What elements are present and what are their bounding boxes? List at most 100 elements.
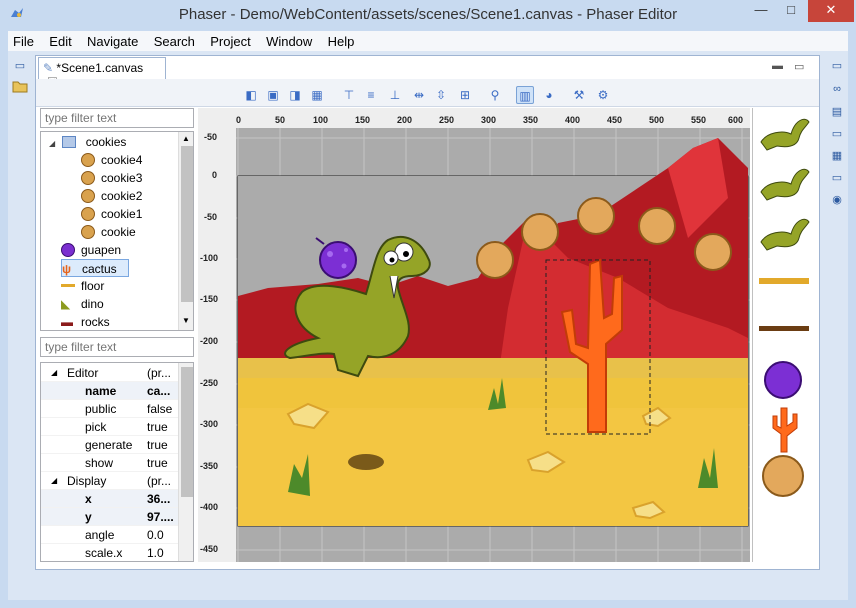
tree-item-floor[interactable]: floor: [61, 277, 104, 295]
minimize-button[interactable]: —: [746, 0, 776, 22]
menu-window[interactable]: Window: [261, 31, 319, 51]
assets-icon[interactable]: ▦: [829, 149, 845, 163]
ruler-tick-label: -400: [200, 502, 219, 512]
property-group-display[interactable]: ◢ Display (pr...: [41, 472, 179, 490]
property-row-name[interactable]: name ca...: [41, 382, 179, 400]
property-row-show[interactable]: show true: [41, 454, 179, 472]
align-bottom-icon[interactable]: ⊥: [386, 86, 404, 104]
distribute-v-icon[interactable]: ⇳: [432, 86, 450, 104]
floor-icon: [61, 284, 75, 287]
link-icon[interactable]: ∞: [829, 83, 845, 97]
tree-item-cookie[interactable]: cookie: [81, 223, 136, 241]
restore-icon[interactable]: ▭: [829, 127, 845, 141]
snap-icon[interactable]: ⊞: [456, 86, 474, 104]
properties-icon[interactable]: ▤: [829, 105, 845, 119]
minimize-view-icon[interactable]: ▬: [772, 60, 786, 74]
restore-icon[interactable]: ▭: [12, 59, 28, 73]
properties-filter-input[interactable]: [40, 337, 194, 357]
align-middle-icon[interactable]: ≡: [362, 86, 380, 104]
guapen-icon: [61, 243, 75, 257]
ruler-tick-label: 0: [212, 170, 218, 180]
close-button[interactable]: ✕: [808, 0, 854, 22]
align-left-icon[interactable]: ◧: [242, 86, 260, 104]
tree-item-guapen[interactable]: guapen: [61, 241, 121, 259]
tree-item-label: guapen: [81, 243, 122, 257]
horizontal-ruler-labels: 0 50 100 150 200 250 300 350 400 450 500…: [198, 108, 750, 128]
outline-tree: ◢ cookies cookie4 cookie3 cookie2 cookie…: [40, 131, 194, 331]
tree-item-cookie4[interactable]: cookie4: [81, 151, 142, 169]
properties-scrollbar[interactable]: [178, 363, 193, 561]
file-edit-icon: ✎: [43, 61, 54, 75]
maximize-button[interactable]: □: [776, 0, 806, 22]
collapse-arrow-icon[interactable]: ◢: [49, 135, 59, 153]
restore-icon[interactable]: ▭: [829, 59, 845, 73]
palette-item-dino-1[interactable]: [760, 118, 810, 151]
distribute-h-icon[interactable]: ⇹: [410, 86, 428, 104]
maximize-view-icon[interactable]: ▭: [794, 60, 808, 74]
property-row-angle[interactable]: angle 0.0: [41, 526, 179, 544]
menu-search[interactable]: Search: [149, 31, 202, 51]
layout-icon[interactable]: ▥: [516, 86, 534, 104]
palette-item-rocks[interactable]: [759, 326, 809, 331]
tree-item-label: cookie2: [101, 189, 143, 203]
ruler-tick-label: 600: [728, 115, 744, 125]
align-top-icon[interactable]: ⊤: [340, 86, 358, 104]
property-row-public[interactable]: public false: [41, 400, 179, 418]
align-justify-icon[interactable]: ▦: [308, 86, 326, 104]
tree-item-label: cookie4: [101, 153, 143, 167]
tree-item-cookie2[interactable]: cookie2: [81, 187, 142, 205]
property-row-x[interactable]: x 36...: [41, 490, 179, 508]
menu-edit[interactable]: Edit: [44, 31, 78, 51]
folder-icon[interactable]: [12, 79, 28, 93]
palette-item-floor[interactable]: [759, 278, 809, 284]
ruler-tick-label: 300: [481, 115, 497, 125]
tree-item-dino[interactable]: ◣ dino: [61, 295, 104, 313]
align-center-icon[interactable]: ▣: [264, 86, 282, 104]
title-bar: Phaser - Demo/WebContent/assets/scenes/S…: [0, 0, 856, 30]
left-trim: ▭: [8, 55, 34, 135]
outline-scrollbar[interactable]: ▲ ▼: [178, 132, 193, 330]
tree-item-cookie3[interactable]: cookie3: [81, 169, 142, 187]
tree-item-label: cookie: [101, 225, 136, 239]
cookie-icon: [81, 207, 95, 221]
menu-navigate[interactable]: Navigate: [82, 31, 145, 51]
palette-item-cookie[interactable]: [762, 455, 804, 497]
palette-item-dino-3[interactable]: [760, 218, 810, 251]
tree-item-label: rocks: [81, 315, 110, 329]
palette-item-guapen[interactable]: [764, 361, 802, 399]
align-right-icon[interactable]: ◨: [286, 86, 304, 104]
palette-item-dino-2[interactable]: [760, 168, 810, 201]
property-row-scale-x[interactable]: scale.x 1.0: [41, 544, 179, 561]
scroll-down-icon[interactable]: ▼: [182, 316, 190, 325]
tab-scene1-canvas[interactable]: ✎ *Scene1.canvas ☒: [38, 57, 166, 89]
window-title: Phaser - Demo/WebContent/assets/scenes/S…: [178, 6, 678, 23]
property-group-editor[interactable]: ◢ Editor (pr...: [41, 364, 179, 382]
property-row-y[interactable]: y 97....: [41, 508, 179, 526]
scroll-up-icon[interactable]: ▲: [182, 134, 190, 143]
menu-file[interactable]: File: [8, 31, 41, 51]
ruler-tick-label: 100: [313, 115, 329, 125]
scroll-thumb[interactable]: [181, 146, 193, 302]
tree-item-cactus[interactable]: ψ cactus: [61, 259, 129, 277]
ruler-tick-label: -250: [200, 378, 219, 388]
menu-project[interactable]: Project: [205, 31, 257, 51]
scene-canvas[interactable]: 0 50 100 150 200 250 300 350 400 450 500…: [198, 108, 750, 562]
scroll-thumb[interactable]: [181, 367, 193, 497]
tree-item-cookies[interactable]: ◢ cookies: [49, 133, 126, 151]
palette-icon[interactable]: ◕: [540, 86, 558, 104]
property-row-pick[interactable]: pick true: [41, 418, 179, 436]
property-row-generate[interactable]: generate true: [41, 436, 179, 454]
dino-icon: ◣: [61, 297, 71, 311]
tree-item-rocks[interactable]: ▬ rocks: [61, 313, 110, 330]
palette-item-cactus[interactable]: [772, 407, 798, 453]
ruler-tick-label: 500: [649, 115, 665, 125]
wrench-icon[interactable]: ⚒: [570, 86, 588, 104]
zoom-icon[interactable]: ⚲: [486, 86, 504, 104]
outline-filter-input[interactable]: [40, 108, 194, 128]
gear-icon[interactable]: ⚙: [594, 86, 612, 104]
restore-icon[interactable]: ▭: [829, 171, 845, 185]
tree-item-cookie1[interactable]: cookie1: [81, 205, 142, 223]
cookie-icon: [81, 225, 95, 239]
menu-help[interactable]: Help: [323, 31, 362, 51]
preview-eye-icon[interactable]: ◉: [829, 193, 845, 207]
